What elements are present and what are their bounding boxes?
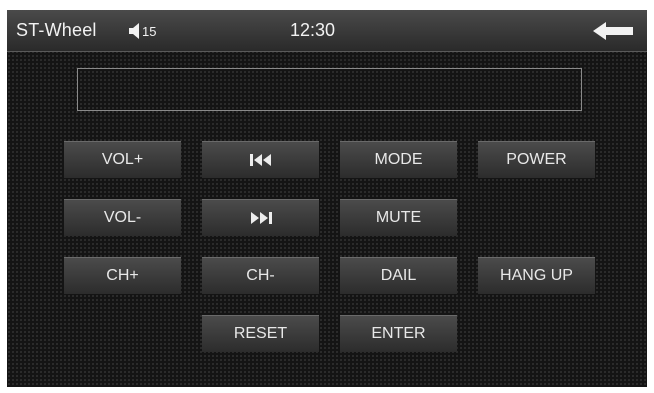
mode-button[interactable]: MODE (340, 141, 457, 178)
clock: 12:30 (290, 20, 336, 40)
skip-previous-icon (249, 153, 272, 167)
head-unit-screen: ST-Wheel 15 12:30 VOL+ MODE POWER VOL- M… (7, 10, 647, 387)
enter-button[interactable]: ENTER (340, 315, 457, 352)
dail-button[interactable]: DAIL (340, 257, 457, 294)
previous-track-button[interactable] (202, 141, 319, 178)
volume-level: 15 (142, 23, 157, 39)
back-arrow-icon[interactable] (593, 22, 633, 40)
volume-indicator: 15 (129, 21, 156, 41)
next-track-button[interactable] (202, 199, 319, 236)
status-bar: ST-Wheel 15 12:30 (7, 10, 647, 52)
vol-up-button[interactable]: VOL+ (64, 141, 181, 178)
reset-button[interactable]: RESET (202, 315, 319, 352)
speaker-icon (129, 23, 141, 39)
hang-up-button[interactable]: HANG UP (478, 257, 595, 294)
page-title: ST-Wheel (16, 20, 97, 40)
ch-up-button[interactable]: CH+ (64, 257, 181, 294)
mute-button[interactable]: MUTE (340, 199, 457, 236)
text-display (77, 68, 582, 111)
ch-down-button[interactable]: CH- (202, 257, 319, 294)
skip-next-icon (250, 211, 272, 225)
vol-down-button[interactable]: VOL- (64, 199, 181, 236)
power-button[interactable]: POWER (478, 141, 595, 178)
